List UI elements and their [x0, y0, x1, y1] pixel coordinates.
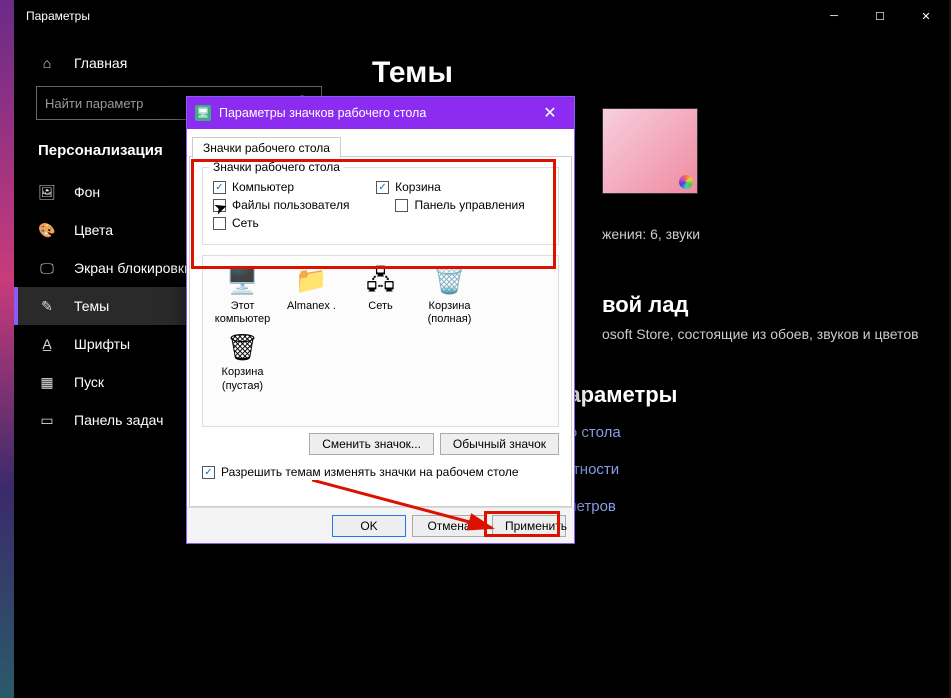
maximize-button[interactable]: ☐: [857, 0, 903, 32]
checkbox-icon: ✓: [376, 181, 389, 194]
desktop-icons-dialog: 🖥 Параметры значков рабочего стола ✕ Зна…: [186, 96, 575, 544]
checkbox-icon: ✓: [202, 466, 215, 479]
recyclebin-full-icon: 🗑️: [433, 264, 467, 298]
sidebar-item-label: Экран блокировки: [74, 260, 192, 276]
apply-button[interactable]: Применить: [492, 515, 566, 537]
checkbox-icon: [395, 199, 408, 212]
more-themes-text: osoft Store, состоящие из обоев, звуков …: [602, 326, 925, 342]
icon-cell-network[interactable]: 🖧 Сеть: [347, 264, 414, 326]
icon-cell-user[interactable]: 📁 Almanex .: [278, 264, 345, 326]
checkbox-userfiles[interactable]: Файлы пользователя: [213, 198, 349, 212]
lockscreen-icon: 🖵: [38, 259, 56, 277]
dialog-tab[interactable]: Значки рабочего стола: [192, 137, 341, 158]
checkbox-recycle[interactable]: ✓ Корзина: [376, 180, 441, 194]
picture-icon: 🖼: [38, 183, 56, 201]
icon-cell-computer[interactable]: 🖥️ Этот компьютер: [209, 264, 276, 326]
palette-icon: 🎨: [38, 221, 56, 239]
recyclebin-empty-icon: 🗑: [226, 330, 260, 364]
sidebar-home-label: Главная: [74, 55, 127, 71]
icon-label: Сеть: [368, 300, 392, 313]
minimize-button[interactable]: ─: [811, 0, 857, 32]
icon-label: Корзина (полная): [416, 300, 483, 326]
sidebar-item-label: Цвета: [74, 222, 113, 238]
sidebar-item-label: Фон: [74, 184, 100, 200]
sidebar-home[interactable]: ⌂ Главная: [14, 44, 344, 82]
sidebar-item-label: Панель задач: [74, 412, 163, 428]
sidebar-item-label: Шрифты: [74, 336, 130, 352]
checkbox-label: Компьютер: [232, 180, 294, 194]
icon-label: Этот компьютер: [209, 300, 276, 326]
themes-icon: ✎: [38, 297, 56, 315]
icon-cell-recyclefull[interactable]: 🗑️ Корзина (полная): [416, 264, 483, 326]
icon-label: Корзина (пустая): [209, 366, 276, 392]
close-button[interactable]: ✕: [903, 0, 949, 32]
taskbar-icon: ▭: [38, 411, 56, 429]
fonts-icon: A̲: [38, 335, 56, 353]
dialog-close-button[interactable]: ✕: [534, 103, 566, 123]
cancel-button[interactable]: Отмена: [412, 515, 486, 537]
window-title: Параметры: [26, 9, 811, 23]
titlebar: Параметры ─ ☐ ✕: [14, 0, 949, 32]
icons-fieldset: Значки рабочего стола ✓ Компьютер ✓ Корз…: [202, 167, 559, 245]
dialog-title: Параметры значков рабочего стола: [219, 106, 534, 120]
checkbox-controlpanel[interactable]: Панель управления: [395, 198, 524, 212]
change-icon-button[interactable]: Сменить значок...: [309, 433, 434, 455]
icon-preview-grid: 🖥️ Этот компьютер 📁 Almanex . 🖧 Сеть 🗑️ …: [202, 255, 559, 427]
userfolder-icon: 📁: [295, 264, 329, 298]
checkbox-icon: [213, 199, 226, 212]
more-themes-heading: вой лад: [602, 292, 925, 318]
sidebar-item-label: Темы: [74, 298, 109, 314]
checkbox-label: Сеть: [232, 216, 259, 230]
default-icon-button[interactable]: Обычный значок: [440, 433, 559, 455]
ok-button[interactable]: OK: [332, 515, 406, 537]
checkbox-label: Панель управления: [414, 198, 524, 212]
theme-thumbnail[interactable]: [602, 108, 698, 194]
checkbox-computer[interactable]: ✓ Компьютер: [213, 180, 294, 194]
dialog-titlebar: 🖥 Параметры значков рабочего стола ✕: [187, 97, 574, 129]
dialog-footer: OK Отмена Применить: [187, 507, 574, 543]
allow-themes-checkbox[interactable]: Разрешить темам изменять значки на рабоч…: [221, 465, 519, 479]
sidebar-item-label: Пуск: [74, 374, 104, 390]
theme-caption: жения: 6, звуки: [602, 226, 925, 242]
checkbox-label: Файлы пользователя: [232, 198, 349, 212]
network-icon: 🖧: [364, 264, 398, 298]
fieldset-legend: Значки рабочего стола: [209, 160, 344, 174]
dialog-icon: 🖥: [195, 105, 211, 121]
checkbox-label: Корзина: [395, 180, 441, 194]
checkbox-icon: ✓: [213, 181, 226, 194]
page-title: Темы: [372, 56, 925, 90]
icon-cell-empty: [485, 264, 552, 326]
desktop-background-strip: [0, 0, 14, 698]
search-placeholder: Найти параметр: [45, 96, 143, 111]
computer-icon: 🖥️: [226, 264, 260, 298]
dialog-panel: Значки рабочего стола ✓ Компьютер ✓ Корз…: [189, 156, 572, 507]
icon-cell-recycleempty[interactable]: 🗑 Корзина (пустая): [209, 330, 276, 392]
home-icon: ⌂: [38, 54, 56, 72]
start-icon: ▦: [38, 373, 56, 391]
checkbox-network[interactable]: Сеть: [213, 216, 259, 230]
icon-label: Almanex .: [287, 300, 336, 313]
checkbox-icon: [213, 217, 226, 230]
